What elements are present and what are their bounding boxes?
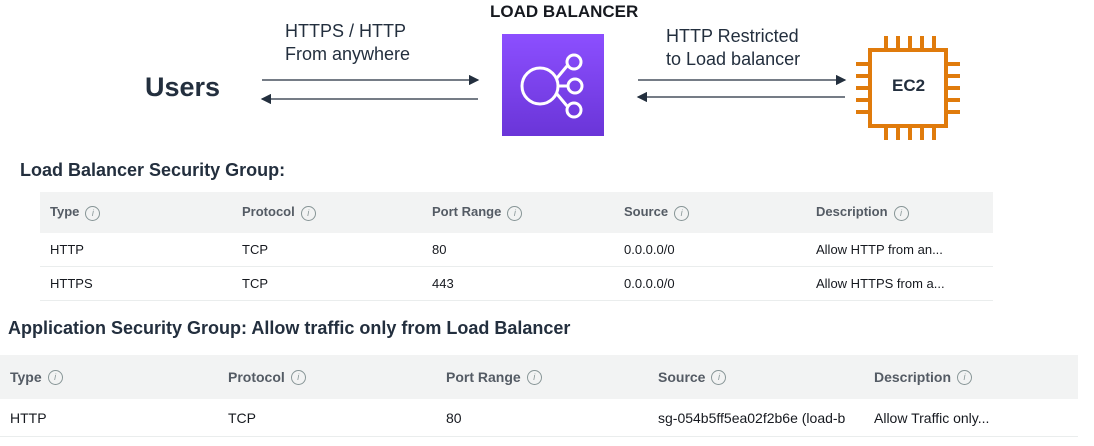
app-col-description[interactable]: Description i bbox=[864, 355, 1078, 399]
cell-source: 0.0.0.0/0 bbox=[614, 266, 806, 301]
lb-col-port-range[interactable]: Port Range i bbox=[422, 192, 614, 233]
lb-sg-header-row: Type i Protocol i Port Range i Source i Desc… bbox=[40, 192, 993, 233]
app-col-protocol[interactable]: Protocol i bbox=[218, 355, 436, 399]
info-icon[interactable]: i bbox=[47, 370, 63, 386]
load-balancer-icon bbox=[502, 34, 604, 136]
cell-protocol: TCP bbox=[232, 233, 422, 267]
cell-port-range: 80 bbox=[436, 399, 648, 437]
cell-protocol: TCP bbox=[232, 266, 422, 301]
info-icon[interactable]: i bbox=[290, 370, 306, 386]
app-sg-header-row: Type i Protocol i Port Range i Source i Desc… bbox=[0, 355, 1078, 399]
elb-glyph-icon bbox=[520, 53, 584, 119]
info-icon[interactable]: i bbox=[957, 370, 973, 386]
cell-type: HTTPS bbox=[40, 266, 232, 301]
info-icon[interactable]: i bbox=[674, 205, 690, 221]
app-col-source[interactable]: Source i bbox=[648, 355, 864, 399]
info-icon[interactable]: i bbox=[507, 205, 523, 221]
info-icon[interactable]: i bbox=[85, 205, 101, 221]
info-icon[interactable]: i bbox=[300, 205, 316, 221]
lb-col-description[interactable]: Description i bbox=[806, 192, 993, 233]
lb-sg-title: Load Balancer Security Group: bbox=[20, 160, 286, 180]
cell-description: Allow HTTPS from a... bbox=[806, 266, 993, 301]
info-icon[interactable]: i bbox=[711, 370, 727, 386]
cell-protocol: TCP bbox=[218, 399, 436, 437]
app-col-type[interactable]: Type i bbox=[0, 355, 218, 399]
lb-sg-table: Type i Protocol i Port Range i Source i Desc… bbox=[40, 192, 993, 301]
info-icon[interactable]: i bbox=[893, 205, 909, 221]
cell-description: Allow Traffic only... bbox=[864, 399, 1078, 437]
info-icon[interactable]: i bbox=[526, 370, 542, 386]
table-row[interactable]: HTTP TCP 80 0.0.0.0/0 Allow HTTP from an… bbox=[40, 233, 993, 267]
table-row[interactable]: HTTP TCP 80 sg-054b5ff5ea02f2b6e (load-b… bbox=[0, 399, 1078, 437]
cell-type: HTTP bbox=[0, 399, 218, 437]
lb-col-protocol[interactable]: Protocol i bbox=[232, 192, 422, 233]
cell-port-range: 80 bbox=[422, 233, 614, 267]
table-row[interactable]: HTTPS TCP 443 0.0.0.0/0 Allow HTTPS from… bbox=[40, 266, 993, 301]
cell-source: sg-054b5ff5ea02f2b6e (load-b bbox=[648, 399, 864, 437]
cell-port-range: 443 bbox=[422, 266, 614, 301]
ec2-label: EC2 bbox=[892, 76, 926, 95]
cell-type: HTTP bbox=[40, 233, 232, 267]
cell-source: 0.0.0.0/0 bbox=[614, 233, 806, 267]
app-sg-title: Application Security Group: Allow traffi… bbox=[8, 318, 571, 338]
lb-col-source[interactable]: Source i bbox=[614, 192, 806, 233]
cell-description: Allow HTTP from an... bbox=[806, 233, 993, 267]
app-sg-table: Type i Protocol i Port Range i Source i Desc… bbox=[0, 355, 1078, 437]
lb-col-type[interactable]: Type i bbox=[40, 192, 232, 233]
app-col-port-range[interactable]: Port Range i bbox=[436, 355, 648, 399]
